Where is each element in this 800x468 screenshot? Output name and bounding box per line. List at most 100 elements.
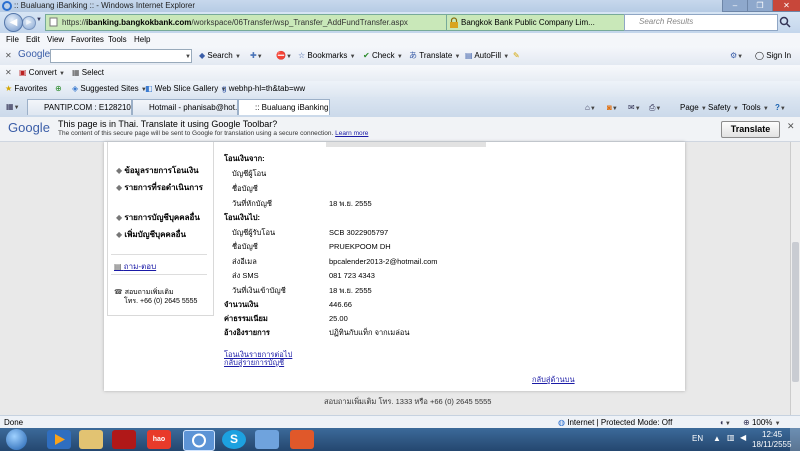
paint-app-icon[interactable] <box>255 430 279 449</box>
office-app-icon[interactable] <box>290 430 314 449</box>
add-favorite-icon[interactable]: ⊕ <box>55 83 62 95</box>
title-bar: :: Bualuang iBanking :: - Windows Intern… <box>0 0 800 12</box>
page-icon <box>49 17 58 27</box>
google-search-input[interactable] <box>50 49 192 63</box>
popup-blocker-icon[interactable]: ⛔▼ <box>276 50 292 63</box>
autofill-button[interactable]: ▤ AutoFill ▼ <box>465 50 509 63</box>
google-search-button[interactable]: ◆ Search ▼ <box>199 50 241 63</box>
credit-date-value: 18 พ.ย. 2555 <box>329 286 372 295</box>
feeds-icon[interactable]: ◙▼ <box>607 102 618 115</box>
help-icon[interactable]: ?▼ <box>775 102 786 115</box>
volume-icon[interactable]: ◀ <box>740 433 746 442</box>
menu-view[interactable]: View <box>47 34 64 45</box>
tools-menu[interactable]: Tools ▼ <box>742 102 769 115</box>
fav-suggested-sites[interactable]: ◈ Suggested Sites ▼ <box>72 83 147 96</box>
tab-hotmail[interactable]: Hotmail - phanisab@hot... <box>132 99 238 115</box>
google-logo: Google <box>8 120 50 135</box>
skype-icon[interactable]: S <box>222 430 246 449</box>
email-label: ส่งอีเมล <box>232 257 257 266</box>
sign-in-button[interactable]: ◯ Sign In <box>755 50 791 62</box>
safety-menu[interactable]: Safety ▼ <box>708 102 739 115</box>
ie-taskbar-icon[interactable] <box>183 430 215 451</box>
convert-button[interactable]: ▣ Convert ▼ <box>19 67 65 80</box>
highlight-icon[interactable]: ✎ <box>513 50 520 62</box>
bookmarks-button[interactable]: ☆ Bookmarks ▼ <box>298 50 356 63</box>
hao123-icon[interactable]: hao 123 <box>147 430 171 462</box>
home-icon[interactable]: ⌂▼ <box>585 102 596 115</box>
back-to-accounts-link[interactable]: กลับสู่รายการบัญชี <box>224 358 284 368</box>
clock-date[interactable]: 18/11/2555 <box>752 440 791 449</box>
vertical-scrollbar[interactable] <box>790 142 800 415</box>
menu-file[interactable]: File <box>6 34 19 45</box>
print-icon[interactable]: ⎙▼ <box>649 102 661 115</box>
cert-name: Bangkok Bank Public Company Lim... <box>461 18 595 27</box>
close-pdf-toolbar-icon[interactable]: ✕ <box>5 67 12 79</box>
close-toolbar-icon[interactable]: ✕ <box>5 50 12 62</box>
language-indicator[interactable]: EN <box>692 434 703 443</box>
settings-wrench-icon[interactable]: ⚙▼ <box>730 50 743 63</box>
menu-tools[interactable]: Tools <box>108 34 127 45</box>
show-desktop-button[interactable] <box>790 428 800 451</box>
google-search-label: Search <box>207 51 233 60</box>
google-fav-icon: g <box>222 84 227 93</box>
qa-link[interactable]: ▤ ถาม-ตอบ <box>114 260 156 273</box>
scrollbar-thumb[interactable] <box>792 242 799 382</box>
pdf-toolbar: ✕ ▣ Convert ▼ ▦ Select <box>0 65 800 82</box>
sidebar-item-pending[interactable]: ◆ รายการที่รอดำเนินการ <box>116 181 203 194</box>
learn-more-link[interactable]: Learn more <box>335 130 368 137</box>
sidebar-item-add-account[interactable]: ◆ เพิ่มบัญชีบุคคลอื่น <box>116 228 186 241</box>
media-player-icon[interactable] <box>47 430 71 449</box>
tab-pantip[interactable]: PANTIP.COM : E12821096 ... <box>27 99 132 115</box>
close-translate-bar-icon[interactable]: ✕ <box>787 121 795 132</box>
to-name-value: PRUEKPOOM DH <box>329 242 391 251</box>
game-app-icon[interactable] <box>112 430 136 449</box>
spell-check-button[interactable]: ✔ Check ▼ <box>363 50 403 63</box>
maximize-button[interactable]: ❐ <box>747 0 773 12</box>
sidebar-item-other-accounts[interactable]: ◆ รายการบัญชีบุคคลอื่น <box>116 211 200 224</box>
explorer-folder-icon[interactable] <box>79 430 103 449</box>
menu-edit[interactable]: Edit <box>26 34 40 45</box>
select-button[interactable]: ▦ Select <box>72 67 104 79</box>
close-button[interactable]: ✕ <box>772 0 800 12</box>
to-account-label: บัญชีผู้รับโอน <box>232 228 276 237</box>
translate-detail-text: The content of this secure page will be … <box>58 130 334 137</box>
fav-label: webhp-hl=th&tab=ww <box>228 84 306 93</box>
share-icon[interactable]: ✚▼ <box>250 50 263 63</box>
translate-toolbar-button[interactable]: あ Translate ▼ <box>409 50 460 63</box>
clock-time[interactable]: 12:45 <box>762 430 782 439</box>
search-icon[interactable] <box>779 16 791 28</box>
back-to-top-link[interactable]: กลับสู่ด้านบน <box>532 375 575 385</box>
sms-value: 081 723 4343 <box>329 271 375 280</box>
fav-webhp[interactable]: g webhp-hl=th&tab=ww <box>222 83 305 95</box>
forward-button[interactable]: ▶ <box>22 16 36 30</box>
lock-icon <box>450 17 458 28</box>
minimize-button[interactable]: – <box>722 0 748 12</box>
mail-icon[interactable]: ✉▼ <box>628 102 641 115</box>
favorites-button[interactable]: ★ Favorites <box>5 83 47 95</box>
tray-expand-icon[interactable]: ▲ <box>713 434 721 443</box>
from-name-label: ชื่อบัญชี <box>232 184 258 193</box>
quick-tabs-icon[interactable]: ▦▼ <box>6 101 20 114</box>
back-button[interactable]: ◀ <box>4 13 23 32</box>
fav-web-slice-gallery[interactable]: ◧ Web Slice Gallery ▼ <box>145 83 226 96</box>
bullet-icon: ◆ <box>116 183 123 192</box>
security-report[interactable]: Bangkok Bank Public Company Lim... <box>446 14 636 31</box>
address-bar[interactable]: https://ibanking.bangkokbank.com/workspa… <box>45 14 505 31</box>
autofill-label: AutoFill <box>474 51 502 60</box>
page-menu[interactable]: Page ▼ <box>680 102 707 115</box>
history-dropdown-icon[interactable]: ▼ <box>36 17 42 23</box>
network-icon[interactable]: ▥ <box>727 433 735 442</box>
safety-label: Safety <box>708 103 731 112</box>
star-icon: ☆ <box>298 51 306 60</box>
menu-favorites[interactable]: Favorites <box>71 34 104 45</box>
to-account-value: SCB 3022905797 <box>329 228 389 237</box>
sidebar-item-transfer-info[interactable]: ◆ ข้อมูลรายการโอนเงิน <box>116 164 199 177</box>
menu-help[interactable]: Help <box>134 34 150 45</box>
search-box[interactable]: Search Results <box>624 14 778 31</box>
start-button[interactable] <box>6 429 27 450</box>
translate-button[interactable]: Translate <box>721 121 780 138</box>
qa-label: ถาม-ตอบ <box>123 262 157 271</box>
google-search-dropdown-icon[interactable]: ▼ <box>185 50 191 63</box>
tab-bualuang[interactable]: :: Bualuang iBanking :: <box>238 99 330 115</box>
fee-value: 25.00 <box>329 314 348 323</box>
